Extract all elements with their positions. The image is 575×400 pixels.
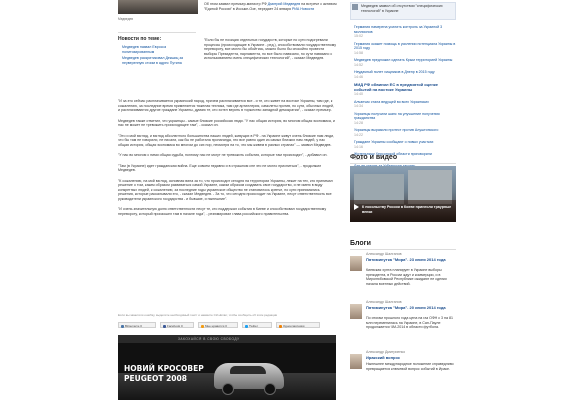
body-paragraph: Медведев также отметил, что украинцы - с…: [118, 118, 335, 128]
blog-excerpt: Нынешнее международное положение справед…: [366, 362, 454, 371]
article-photo: [118, 0, 198, 14]
blog-item[interactable]: Александр Дмитриенко Иракский вопрос Нын…: [350, 350, 456, 398]
video-play-icon[interactable]: [354, 204, 359, 210]
share-count: 0: [181, 324, 183, 328]
odnoklassniki-icon: [279, 324, 282, 328]
share-button-ok[interactable]: Одноклассники: [276, 322, 320, 328]
body-paragraph: "К сожалению, на мой взгляд, основная ви…: [118, 178, 333, 201]
news-time: 14:46: [354, 74, 363, 79]
facebook-icon: [163, 324, 166, 328]
related-divider: [118, 32, 196, 33]
news-item[interactable]: Украинцы получили шанс на улучшение полу…: [350, 112, 456, 126]
like-icon: [201, 324, 204, 328]
news-thumb: [352, 4, 358, 10]
lead-link-ria[interactable]: РИА Новости: [292, 7, 314, 11]
ad-car-wheel: [264, 383, 276, 395]
body-paragraph: "Это и мой взгляд, и взгляд абсолютного …: [118, 133, 335, 147]
photo-video-card[interactable]: К посольству России в Киеве принесли тра…: [350, 166, 456, 222]
news-item[interactable]: Медведев заявил об отсутствии "специфиче…: [350, 2, 456, 20]
related-link[interactable]: Медведев раскритиковал Декшиц за неувере…: [118, 56, 198, 65]
quote-paragraph: "Если бы не позиция отдельных государств…: [204, 38, 337, 60]
share-label: Одноклассники: [283, 324, 305, 328]
share-label: Twitter: [249, 324, 258, 328]
share-button-twitter[interactable]: Twitter: [242, 322, 272, 328]
news-time: 14:58: [354, 50, 363, 55]
lead-text: Об этом заявил премьер-министр РФ: [204, 2, 268, 6]
share-button-vk[interactable]: ВКонтакте 0: [118, 322, 156, 328]
twitter-icon: [245, 324, 248, 328]
ad-banner[interactable]: ЗАКОХАЙСЯ В СВОЮ СВОБОДУ НОВИЙ КРОСОВЕР …: [118, 335, 336, 400]
body-paragraph: "У нас во многом с ними общая судьба, по…: [118, 153, 328, 157]
blog-title: Иракский вопрос: [366, 355, 401, 360]
ad-headline: НОВИЙ КРОСОВЕР: [124, 364, 204, 373]
share-count: 0: [140, 324, 142, 328]
share-button-like[interactable]: Мне нравится 0: [198, 322, 238, 328]
news-time: 14:28: [354, 120, 363, 125]
share-label: ВКонтакте: [125, 324, 140, 328]
share-button-facebook[interactable]: Facebook 0: [160, 322, 194, 328]
blog-title: Пятиминутка "Мира". 23 июня 2014 года: [366, 257, 446, 262]
news-item[interactable]: Медведев предложил сделать Крым территор…: [350, 58, 456, 67]
news-text: Медведев заявил об отсутствии "специфиче…: [361, 4, 443, 13]
news-link: Украинцы получили шанс на улучшение полу…: [354, 111, 440, 121]
author-avatar: [350, 256, 362, 271]
ad-top-text: ЗАКОХАЙСЯ В СВОЮ СВОБОДУ: [178, 337, 240, 341]
photo-video-caption: К посольству России в Киеве принесли тра…: [362, 205, 452, 214]
news-time: 15:02: [354, 34, 363, 38]
photo-video-divider: [350, 163, 456, 164]
news-item[interactable]: МИД РФ обвинил ЕС в предвзятой оценке со…: [350, 82, 456, 97]
blogs-title: Блоги: [350, 240, 371, 247]
blog-author: Александр Шалганов: [366, 300, 402, 304]
blog-author: Александр Шалганов: [366, 252, 402, 256]
ad-car-wheel: [222, 383, 234, 395]
news-time: 14:52: [354, 62, 363, 67]
news-time: 14:40: [354, 92, 363, 96]
news-item[interactable]: Алчанчик стала ведущей во всех Украински…: [350, 100, 456, 109]
vk-icon: [121, 324, 124, 328]
photo-building: [408, 170, 452, 204]
news-link: Медведев предложил сделать Крым территор…: [354, 58, 453, 62]
news-time: 14:22: [354, 132, 363, 137]
news-time: 14:34: [354, 104, 363, 108]
blog-excerpt: По итогам прошлого года цена на газ ОФН …: [366, 316, 454, 329]
lead-link-medvedev[interactable]: Дмитрий Медведев: [268, 2, 300, 6]
news-link: Германия намерена усилить контроль за Ук…: [354, 25, 443, 34]
body-paragraph: "И за это сейчас расплачивается украинск…: [118, 99, 334, 112]
news-list: Германия намерена усилить контроль за Ук…: [350, 25, 456, 173]
share-count: 0: [225, 324, 227, 328]
related-link[interactable]: Медведев назвал Евросоз политизированным: [118, 45, 198, 54]
share-label: Facebook: [167, 324, 181, 328]
blog-item[interactable]: Александр Шалганов Пятиминутка "Мира". 2…: [350, 252, 456, 298]
article-body: "И за это сейчас расплачивается украинск…: [118, 99, 336, 216]
blogs-divider: [350, 249, 456, 250]
news-item[interactable]: Неудачный полет хищников в Днепр в 2015 …: [350, 70, 456, 79]
news-link-bold: МИД РФ обвинил ЕС в предвзятой оценке со…: [354, 82, 438, 92]
related-title: Новости по теме:: [118, 36, 162, 42]
page: Медведев Об этом заявил премьер-министр …: [0, 0, 575, 400]
blog-excerpt: Киевская хунта планирует в Украине выбор…: [366, 268, 447, 286]
body-paragraph: "И очень значительную долю ответственнос…: [118, 207, 327, 216]
body-paragraph: "Там (в Украине) идет гражданская война.…: [118, 163, 322, 173]
photo-video-title: Фото и видео: [350, 154, 398, 161]
photo-caption: Медведев: [118, 17, 133, 21]
blog-title: Пятиминутка "Мира". 20 июня 2014 года: [366, 305, 446, 310]
news-item[interactable]: Германия окажет помощь в усилении потенц…: [350, 42, 456, 56]
ad-model: PEUGEOT 2008: [124, 374, 187, 383]
share-label: Мне нравится: [205, 324, 225, 328]
author-avatar: [350, 304, 362, 319]
news-item[interactable]: Украинцы выразили протест против Алуштин…: [350, 128, 456, 137]
author-avatar: [350, 354, 362, 369]
news-item[interactable]: Граждане Украины сообщают о новых участк…: [350, 140, 456, 149]
news-link: Германия окажет помощь в усилении потенц…: [354, 41, 456, 51]
blog-item[interactable]: Александр Шалганов Пятиминутка "Мира". 2…: [350, 300, 456, 342]
blog-author: Александр Дмитриенко: [366, 350, 406, 354]
related-list: Медведев назвал Евросоз политизированным…: [118, 45, 198, 65]
ad-car-window: [230, 366, 266, 374]
error-report-note: Если вы заметили ошибку, выделите необхо…: [118, 313, 278, 317]
article-lead: Об этом заявил премьер-министр РФ Дмитри…: [204, 2, 338, 11]
news-time: 14:16: [354, 144, 363, 149]
news-item[interactable]: Германия намерена усилить контроль за Ук…: [350, 25, 456, 39]
